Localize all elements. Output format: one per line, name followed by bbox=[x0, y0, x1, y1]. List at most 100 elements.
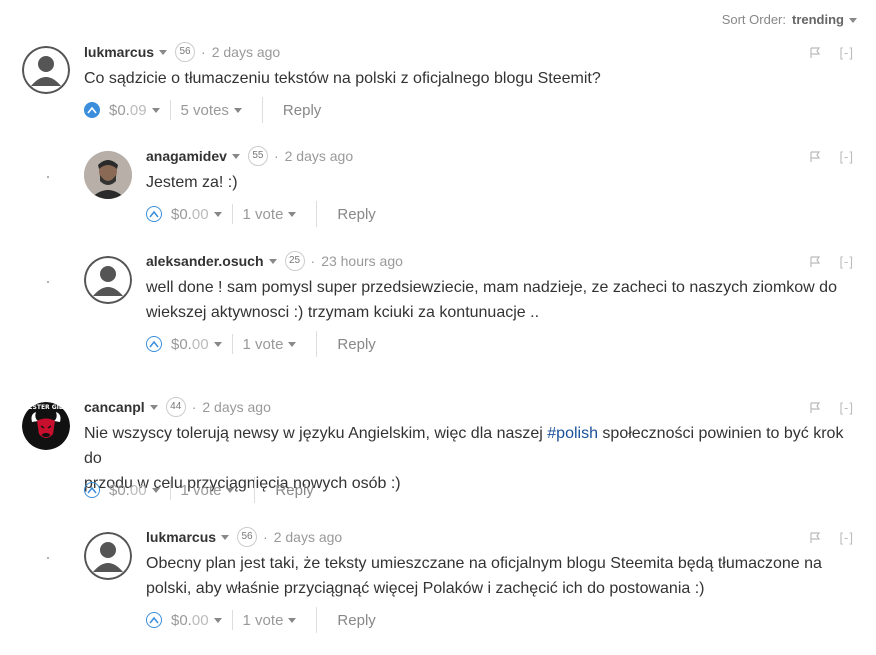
comment-tools: [-] bbox=[809, 530, 854, 545]
payout-value[interactable]: $0.00 bbox=[171, 612, 209, 629]
reply-button[interactable]: Reply bbox=[337, 206, 375, 223]
chevron-down-icon[interactable] bbox=[213, 617, 222, 623]
timestamp[interactable]: 2 days ago bbox=[212, 44, 281, 60]
avatar[interactable] bbox=[84, 256, 132, 304]
payout-decimals: 00 bbox=[129, 481, 147, 499]
divider bbox=[316, 331, 318, 357]
chevron-down-icon[interactable] bbox=[288, 617, 297, 623]
payout-decimals: 09 bbox=[129, 101, 147, 119]
collapse-button[interactable]: [-] bbox=[839, 45, 854, 60]
comment-body: Jestem za! :) bbox=[146, 174, 238, 191]
upvote-button[interactable] bbox=[146, 336, 162, 352]
comment-tools: [-] bbox=[809, 400, 854, 415]
comment-body: well done ! sam pomysl super przedsiewzi… bbox=[146, 275, 837, 325]
avatar[interactable]: TESTER GIER bbox=[22, 402, 70, 450]
payout-main: $0. bbox=[171, 205, 192, 223]
avatar[interactable] bbox=[84, 532, 132, 580]
chevron-down-icon[interactable] bbox=[849, 18, 857, 24]
reputation-badge: 56 bbox=[237, 527, 258, 547]
payout-main: $0. bbox=[109, 481, 130, 499]
comment-footer: $0.00 1 vote Reply bbox=[84, 477, 314, 503]
body-text: Nie wszyscy tolerują newsy w języku Angi… bbox=[84, 425, 548, 442]
reputation-badge: 44 bbox=[165, 397, 186, 417]
comment-footer: $0.09 5 votes Reply bbox=[84, 97, 321, 123]
payout-value[interactable]: $0.00 bbox=[171, 206, 209, 223]
comment-body-line: wiekszej aktywnosci :) trzymam kciuki za… bbox=[146, 304, 540, 321]
chevron-down-icon[interactable] bbox=[231, 153, 240, 159]
chevron-down-icon[interactable] bbox=[213, 341, 222, 347]
chevron-down-icon[interactable] bbox=[288, 341, 297, 347]
payout-value[interactable]: $0.00 bbox=[109, 482, 147, 499]
upvote-button[interactable] bbox=[84, 482, 100, 498]
payout-main: $0. bbox=[171, 335, 192, 353]
chevron-down-icon[interactable] bbox=[213, 211, 222, 217]
chevron-down-icon[interactable] bbox=[288, 211, 297, 217]
avatar[interactable] bbox=[22, 46, 70, 94]
comment-footer: $0.00 1 vote Reply bbox=[146, 201, 376, 227]
timestamp[interactable]: 2 days ago bbox=[274, 529, 343, 545]
chevron-down-icon[interactable] bbox=[151, 487, 160, 493]
collapse-button[interactable]: [-] bbox=[839, 530, 854, 545]
chevron-down-icon[interactable] bbox=[233, 107, 242, 113]
hashtag-link[interactable]: #polish bbox=[547, 425, 598, 442]
flag-icon[interactable] bbox=[809, 150, 821, 163]
author-name[interactable]: lukmarcus bbox=[146, 529, 216, 545]
chevron-down-icon[interactable] bbox=[268, 258, 277, 264]
divider bbox=[169, 100, 171, 120]
chevron-down-icon[interactable] bbox=[221, 534, 230, 540]
vote-count[interactable]: 1 vote bbox=[243, 612, 284, 629]
flag-icon[interactable] bbox=[809, 255, 821, 268]
collapse-button[interactable]: [-] bbox=[839, 149, 854, 164]
comment-header: aleksander.osuch 25 · 23 hours ago bbox=[146, 251, 403, 271]
reputation-badge: 55 bbox=[247, 146, 268, 166]
vote-count[interactable]: 1 vote bbox=[243, 206, 284, 223]
collapse-button[interactable]: [-] bbox=[839, 254, 854, 269]
divider bbox=[169, 480, 171, 500]
sort-order-label: Sort Order: bbox=[721, 12, 786, 27]
reply-button[interactable]: Reply bbox=[337, 336, 375, 353]
author-name[interactable]: aleksander.osuch bbox=[146, 253, 264, 269]
flag-icon[interactable] bbox=[809, 46, 821, 59]
payout-decimals: 00 bbox=[191, 611, 209, 629]
author-name[interactable]: anagamidev bbox=[146, 148, 227, 164]
avatar[interactable] bbox=[84, 151, 132, 199]
chevron-down-icon[interactable] bbox=[159, 49, 168, 55]
upvote-button[interactable] bbox=[84, 102, 100, 118]
reply-button[interactable]: Reply bbox=[337, 612, 375, 629]
payout-main: $0. bbox=[109, 101, 130, 119]
divider bbox=[254, 477, 256, 503]
timestamp[interactable]: 2 days ago bbox=[202, 399, 271, 415]
timestamp[interactable]: 23 hours ago bbox=[321, 253, 403, 269]
vote-count[interactable]: 1 vote bbox=[181, 482, 222, 499]
reputation-badge: 25 bbox=[284, 251, 305, 271]
comment-body-line: polski, aby właśnie przyciągnąć więcej P… bbox=[146, 580, 705, 597]
divider bbox=[261, 97, 263, 123]
divider bbox=[231, 610, 233, 630]
sort-order[interactable]: Sort Order: trending bbox=[722, 12, 857, 27]
upvote-button[interactable] bbox=[146, 612, 162, 628]
comment-tools: [-] bbox=[809, 45, 854, 60]
chevron-down-icon[interactable] bbox=[226, 487, 235, 493]
reply-button[interactable]: Reply bbox=[283, 102, 321, 119]
flag-icon[interactable] bbox=[809, 401, 821, 414]
payout-main: $0. bbox=[171, 611, 192, 629]
divider bbox=[231, 334, 233, 354]
comment-body-line: Nie wszyscy tolerują newsy w języku Angi… bbox=[84, 421, 864, 471]
comment-footer: $0.00 1 vote Reply bbox=[146, 607, 376, 633]
payout-value[interactable]: $0.00 bbox=[171, 336, 209, 353]
chevron-down-icon[interactable] bbox=[151, 107, 160, 113]
collapse-button[interactable]: [-] bbox=[839, 400, 854, 415]
vote-count[interactable]: 5 votes bbox=[181, 102, 229, 119]
flag-icon[interactable] bbox=[809, 531, 821, 544]
thread-dot bbox=[47, 176, 49, 178]
vote-count[interactable]: 1 vote bbox=[243, 336, 284, 353]
sort-order-value[interactable]: trending bbox=[792, 12, 844, 27]
comment-header: lukmarcus 56 · 2 days ago bbox=[146, 527, 343, 547]
chevron-down-icon[interactable] bbox=[149, 404, 158, 410]
author-name[interactable]: cancanpl bbox=[84, 399, 145, 415]
reply-button[interactable]: Reply bbox=[275, 482, 313, 499]
upvote-button[interactable] bbox=[146, 206, 162, 222]
timestamp[interactable]: 2 days ago bbox=[285, 148, 354, 164]
author-name[interactable]: lukmarcus bbox=[84, 44, 154, 60]
payout-value[interactable]: $0.09 bbox=[109, 102, 147, 119]
